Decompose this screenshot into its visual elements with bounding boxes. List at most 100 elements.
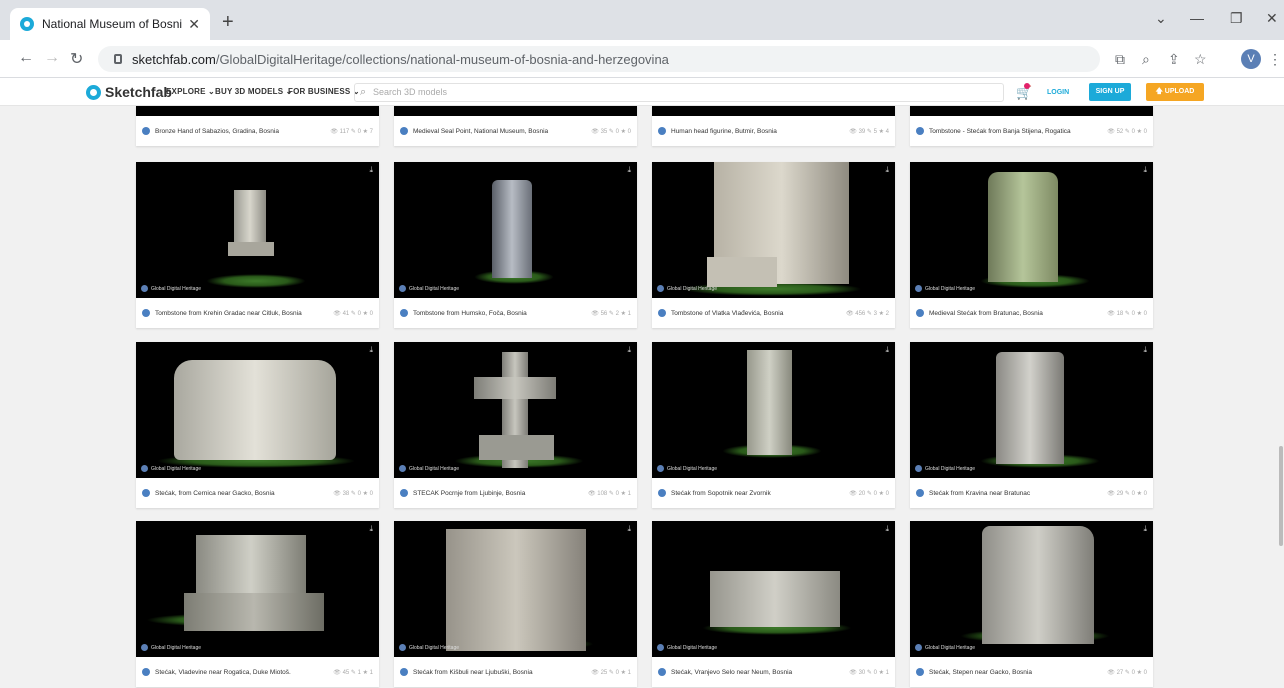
author-avatar[interactable] [916,668,924,676]
download-icon[interactable]: ⤓ [885,345,889,355]
model-thumbnail[interactable] [136,106,379,116]
model-thumbnail[interactable]: ⤓ Global Digital Heritage [136,342,379,478]
model-card[interactable]: ⤓ Global Digital Heritage Tombstone of Vla… [652,162,895,328]
author-avatar[interactable] [142,668,150,676]
author-avatar[interactable] [142,127,150,135]
close-window-button[interactable]: ✕ [1266,10,1278,27]
model-thumbnail[interactable] [394,106,637,116]
model-title[interactable]: Stećak from Kravina near Bratunac [929,490,1107,497]
model-title[interactable]: Stećak, Vladevine near Rogatica, Duke Mi… [155,669,333,676]
model-thumbnail[interactable]: ⤓ Global Digital Heritage [136,521,379,657]
author-avatar-icon [399,465,406,472]
model-card[interactable]: ⤓ Global Digital Heritage Stećak, from Cer… [136,342,379,508]
model-thumbnail[interactable]: ⤓ Global Digital Heritage [652,342,895,478]
model-title[interactable]: Tombstone of Vlatka Vlađevića, Bosnia [671,310,846,317]
download-icon[interactable]: ⤓ [369,345,373,355]
author-avatar[interactable] [142,309,150,317]
download-icon[interactable]: ⤓ [1143,165,1147,175]
model-card[interactable]: ⤓ Global Digital Heritage Stećak from Krav… [910,342,1153,508]
model-title[interactable]: Stećak, Vranjevo Selo near Neum, Bosnia [671,669,849,676]
model-title[interactable]: STEĆAK Pocrnje from Ljubinje, Bosnia [413,490,588,497]
author-avatar[interactable] [400,489,408,497]
page-scrollbar[interactable] [1278,106,1284,688]
model-thumbnail[interactable]: ⤓ Global Digital Heritage [910,162,1153,298]
model-card[interactable]: ⤓ Global Digital Heritage STEĆAK Pocrnje f… [394,342,637,508]
model-thumbnail[interactable] [910,106,1153,116]
model-card[interactable]: ⤓ Global Digital Heritage Stećak from Sopo… [652,342,895,508]
model-thumbnail[interactable]: ⤓ Global Digital Heritage [394,521,637,657]
model-stats: 👁 39 ✎ 5 ★ 4 [849,128,889,135]
model-card[interactable]: ⤓ Global Digital Heritage Stećak from Kišb… [394,521,637,687]
download-icon[interactable]: ⤓ [885,165,889,175]
upload-button[interactable]: 🡅 UPLOAD [1146,83,1204,101]
minimize-button[interactable]: — [1190,10,1204,26]
model-title[interactable]: Bronze Hand of Sabazios, Gradina, Bosnia [155,128,330,135]
author-avatar[interactable] [658,127,666,135]
author-avatar[interactable] [400,309,408,317]
download-icon[interactable]: ⤓ [369,524,373,534]
restore-button[interactable]: ❐ [1230,10,1243,27]
model-thumbnail[interactable]: ⤓ Global Digital Heritage [910,521,1153,657]
download-icon[interactable]: ⤓ [885,524,889,534]
download-icon[interactable]: ⤓ [627,345,631,355]
model-title[interactable]: Human head figurine, Butmir, Bosnia [671,128,849,135]
thumbnail-author-label: Global Digital Heritage [925,465,976,472]
model-thumbnail[interactable]: ⤓ Global Digital Heritage [394,342,637,478]
model-thumbnail[interactable]: ⤓ Global Digital Heritage [394,162,637,298]
model-thumbnail[interactable]: ⤓ Global Digital Heritage [136,162,379,298]
share-icon[interactable]: ⇪ [1168,51,1180,68]
model-thumbnail[interactable]: ⤓ Global Digital Heritage [652,521,895,657]
model-title[interactable]: Stećak from Sopotnik near Zvornik [671,490,849,497]
model-title[interactable]: Tombstone from Krehin Gradac near Čitluk… [155,310,333,317]
author-avatar[interactable] [400,127,408,135]
model-title[interactable]: Medieval Seal Point, National Museum, Bo… [413,128,591,135]
model-card[interactable]: Bronze Hand of Sabazios, Gradina, Bosnia… [136,106,379,146]
model-card[interactable]: Human head figurine, Butmir, Bosnia 👁 39 … [652,106,895,146]
model-card[interactable]: ⤓ Global Digital Heritage Tombstone from K… [136,162,379,328]
author-avatar[interactable] [916,127,924,135]
thumbnail-author-label: Global Digital Heritage [667,644,718,651]
author-avatar[interactable] [142,489,150,497]
download-icon[interactable]: ⤓ [1143,524,1147,534]
sketchfab-favicon-icon [20,17,34,31]
model-card[interactable]: Tombstone - Stećak from Banja Stijena, R… [910,106,1153,146]
model-title[interactable]: Stećak from Kišbuli near Ljubuški, Bosni… [413,669,591,676]
bookmark-star-icon[interactable]: ☆ [1194,51,1207,68]
model-card[interactable]: Medieval Seal Point, National Museum, Bo… [394,106,637,146]
model-card[interactable]: ⤓ Global Digital Heritage Tombstone from H… [394,162,637,328]
model-card[interactable]: ⤓ Global Digital Heritage Stećak, Stepen n… [910,521,1153,687]
scrollbar-thumb[interactable] [1279,446,1283,546]
download-icon[interactable]: ⤓ [1143,345,1147,355]
model-thumbnail[interactable]: ⤓ Global Digital Heritage [652,162,895,298]
model-thumbnail[interactable] [652,106,895,116]
model-card[interactable]: ⤓ Global Digital Heritage Stećak, Vladevin… [136,521,379,687]
author-avatar[interactable] [658,309,666,317]
author-avatar[interactable] [658,489,666,497]
forward-arrow-icon[interactable]: → [44,49,60,67]
download-icon[interactable]: ⤓ [627,524,631,534]
model-title[interactable]: Tombstone - Stećak from Banja Stijena, R… [929,128,1107,135]
author-avatar[interactable] [400,668,408,676]
model-title[interactable]: Medieval Stećak from Bratunac, Bosnia [929,310,1107,317]
model-meta: Tombstone of Vlatka Vlađevića, Bosnia 👁 4… [652,298,895,328]
reload-icon[interactable]: ↻ [70,49,83,69]
thumbnail-author-tag: Global Digital Heritage [399,644,459,651]
model-title[interactable]: Stećak, Stepen near Gacko, Bosnia [929,669,1107,676]
model-card[interactable]: ⤓ Global Digital Heritage Stećak, Vranjevo… [652,521,895,687]
download-icon[interactable]: ⤓ [627,165,631,175]
back-arrow-icon[interactable]: ← [18,49,34,67]
menu-dots-icon[interactable]: ⋮ [1268,51,1282,68]
thumbnail-author-label: Global Digital Heritage [409,644,460,651]
tab-search-chevron-icon[interactable]: ⌄ [1155,10,1167,27]
model-title[interactable]: Tombstone from Humsko, Foča, Bosnia [413,310,591,317]
model-thumbnail[interactable]: ⤓ Global Digital Heritage [910,342,1153,478]
download-icon[interactable]: ⤓ [369,165,373,175]
author-avatar-icon [915,285,922,292]
author-avatar[interactable] [916,489,924,497]
thumbnail-author-label: Global Digital Heritage [409,285,460,292]
model-title[interactable]: Stećak, from Cernica near Gacko, Bosnia [155,490,333,497]
author-avatar[interactable] [916,309,924,317]
profile-avatar[interactable]: V [1241,49,1261,69]
model-card[interactable]: ⤓ Global Digital Heritage Medieval Stećak … [910,162,1153,328]
author-avatar[interactable] [658,668,666,676]
